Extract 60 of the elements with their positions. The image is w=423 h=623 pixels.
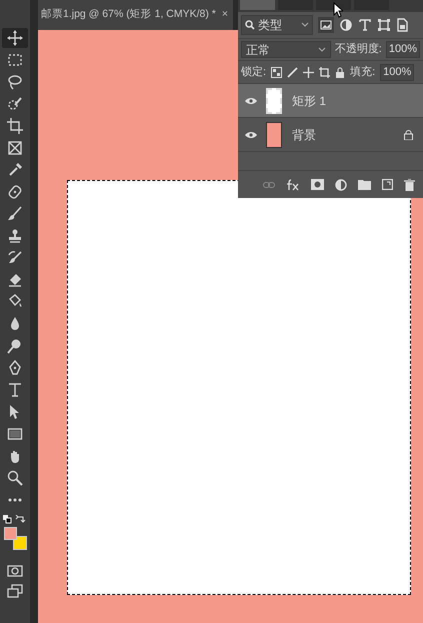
filter-dropdown[interactable]: 类型 (241, 15, 313, 35)
panel-tab[interactable] (316, 0, 351, 10)
image-icon[interactable] (318, 17, 334, 33)
crop-icon[interactable] (319, 66, 330, 78)
zoom-icon (7, 470, 23, 486)
opacity-label: 不透明度: (334, 42, 382, 58)
eye-icon[interactable] (245, 96, 257, 104)
type-icon[interactable] (358, 18, 372, 32)
fx-icon[interactable] (286, 178, 300, 190)
move-icon[interactable] (303, 66, 314, 78)
eye-icon[interactable] (245, 130, 257, 138)
document-tab[interactable]: 邮票1.jpg @ 67% (矩形 1, CMYK/8) * × (38, 0, 234, 30)
crop-icon (7, 118, 23, 134)
lock-page-icon[interactable] (396, 18, 408, 32)
swap-colors-icon[interactable] (3, 515, 27, 525)
search-icon (245, 20, 255, 30)
document-title: 邮票1.jpg @ 67% (矩形 1, CMYK/8) * (41, 7, 216, 22)
new-layer-icon[interactable] (382, 179, 393, 190)
screen-mode-icon[interactable] (7, 584, 23, 598)
history-brush-icon (7, 250, 23, 266)
more-icon (7, 497, 23, 503)
transform-icon[interactable] (377, 18, 391, 32)
type-icon (7, 382, 23, 398)
half-circle-icon[interactable] (339, 18, 353, 32)
layer-name: 背景 (292, 126, 317, 144)
layer-name: 矩形 1 (292, 92, 328, 110)
pen-icon (7, 360, 23, 376)
marquee-icon (7, 52, 23, 68)
lock-label: 锁定: (241, 64, 266, 80)
blend-mode-dropdown[interactable]: 正常 (241, 41, 331, 58)
chevron-icon (301, 22, 309, 28)
opacity-field[interactable]: 100% (386, 41, 420, 58)
trash-icon[interactable] (404, 178, 415, 190)
rectangle-icon (7, 426, 23, 442)
brush-icon[interactable] (287, 66, 298, 78)
cursor-icon (333, 2, 343, 18)
frame-icon (7, 140, 23, 156)
dodge-icon (7, 338, 23, 354)
close-button[interactable]: × (222, 7, 228, 23)
background-color-swatch[interactable] (13, 536, 27, 550)
chevron-icon (318, 46, 326, 52)
half-circle-icon[interactable] (335, 178, 347, 190)
checkerboard-icon[interactable] (271, 66, 282, 78)
foreground-color-swatch[interactable] (4, 527, 17, 540)
layer-row[interactable]: 矩形 1 (238, 84, 423, 118)
fill-field[interactable]: 100% (380, 64, 414, 80)
lock-icon[interactable] (335, 66, 346, 78)
stamp-icon (7, 228, 23, 244)
eraser-icon (7, 272, 23, 288)
fill-label: 填充: (350, 64, 376, 80)
move-tool-button[interactable] (2, 28, 28, 48)
brush-icon (7, 206, 23, 222)
move-icon (7, 30, 23, 46)
folder-icon[interactable] (358, 179, 371, 190)
quick-mask-icon[interactable] (7, 564, 23, 578)
mask-icon[interactable] (311, 179, 324, 190)
quick-select-icon (7, 96, 23, 112)
layer-thumbnail (266, 88, 282, 114)
lasso-icon (7, 74, 23, 90)
bandage-icon (7, 184, 23, 200)
